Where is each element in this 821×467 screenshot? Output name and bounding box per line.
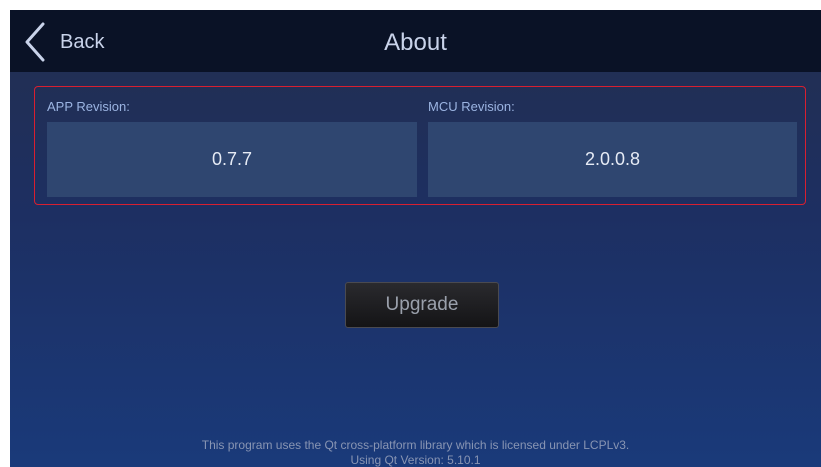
revision-panel: APP Revision: 0.7.7 MCU Revision: 2.0.0.… xyxy=(34,86,806,205)
about-screen: Back About APP Revision: 0.7.7 MCU Revis… xyxy=(10,10,821,467)
mcu-revision-label: MCU Revision: xyxy=(428,99,515,114)
app-revision-label: APP Revision: xyxy=(47,99,130,114)
header-bar: Back About xyxy=(10,10,821,72)
qt-version-text: Using Qt Version: 5.10.1 xyxy=(350,453,481,467)
app-revision-value: 0.7.7 xyxy=(47,122,417,197)
back-label: Back xyxy=(60,30,105,53)
back-button[interactable]: Back xyxy=(24,22,104,62)
license-text: This program uses the Qt cross-platform … xyxy=(201,438,630,452)
footer-license: This program uses the Qt cross-platform … xyxy=(10,438,821,467)
page-title: About xyxy=(384,29,447,56)
chevron-left-icon xyxy=(24,22,46,62)
upgrade-button[interactable]: Upgrade xyxy=(345,282,499,328)
mcu-revision-value: 2.0.0.8 xyxy=(428,122,797,197)
